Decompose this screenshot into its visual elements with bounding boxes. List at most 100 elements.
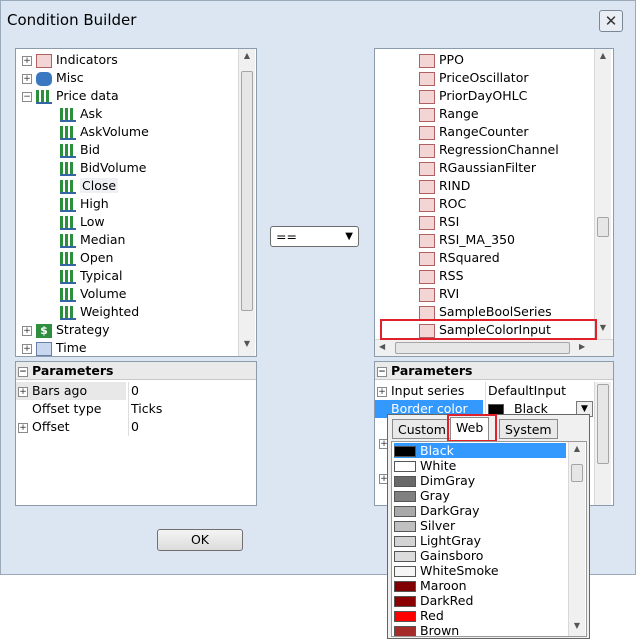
color-option[interactable]: DarkGray: [394, 503, 566, 518]
scroll-down-arrow-icon[interactable]: ▼: [239, 339, 255, 353]
tree-item[interactable]: Volume: [60, 285, 127, 303]
tab-custom[interactable]: Custom: [392, 419, 452, 439]
tree-item[interactable]: + Time: [22, 339, 87, 357]
color-name: LightGray: [420, 533, 482, 548]
indicator-list-item[interactable]: Range: [419, 105, 479, 123]
bar-chart-icon: [36, 89, 52, 104]
param-value[interactable]: DefaultInput: [485, 382, 595, 400]
clock-icon: [36, 341, 52, 356]
indicator-list-item[interactable]: RegressionChannel: [419, 141, 559, 159]
collapse-icon[interactable]: −: [18, 366, 28, 377]
right-list-scrollbar[interactable]: ▲ ▼: [594, 49, 611, 339]
indicator-list-item[interactable]: RSI: [419, 213, 459, 231]
hscroll-thumb[interactable]: [395, 342, 570, 354]
indicator-list-item[interactable]: RangeCounter: [419, 123, 529, 141]
indicator-list-item[interactable]: RVI: [419, 285, 459, 303]
indicator-list-item[interactable]: RSS: [419, 267, 464, 285]
param-name-row[interactable]: Offset type: [16, 400, 126, 418]
tree-item[interactable]: Close: [60, 177, 119, 195]
tree-item-label: Bid: [80, 142, 100, 157]
indicator-chart-icon: [419, 125, 435, 140]
expand-icon[interactable]: +: [22, 55, 32, 66]
color-option[interactable]: Black: [394, 443, 566, 458]
tree-item[interactable]: Weighted: [60, 303, 139, 321]
tree-item[interactable]: AskVolume: [60, 123, 149, 141]
bar-chart-icon: [60, 161, 76, 176]
indicator-list-item[interactable]: RIND: [419, 177, 470, 195]
param-name-row[interactable]: + Input series: [375, 382, 483, 400]
tree-item[interactable]: + Misc: [22, 69, 84, 87]
expand-icon[interactable]: +: [18, 386, 28, 397]
collapse-icon[interactable]: −: [377, 366, 387, 377]
color-list-scrollbar[interactable]: ▲ ▼: [568, 442, 585, 636]
highlight-box: [447, 414, 497, 442]
scroll-up-arrow-icon[interactable]: ▲: [569, 444, 585, 458]
scroll-thumb[interactable]: [597, 384, 609, 464]
tree-item[interactable]: Bid: [60, 141, 100, 159]
indicator-label: RSS: [439, 268, 464, 283]
color-option[interactable]: DarkRed: [394, 593, 566, 608]
right-params-scrollbar[interactable]: [594, 382, 611, 505]
color-option[interactable]: Silver: [394, 518, 566, 533]
scroll-left-arrow-icon[interactable]: ◀: [379, 342, 385, 351]
color-option[interactable]: Brown: [394, 623, 566, 636]
indicator-chart-icon: [419, 143, 435, 158]
right-list-hscrollbar[interactable]: ◀ ▶: [375, 339, 613, 356]
ok-button[interactable]: OK: [157, 529, 243, 551]
param-value[interactable]: Ticks: [128, 400, 256, 418]
color-option[interactable]: Red: [394, 608, 566, 623]
color-option[interactable]: DimGray: [394, 473, 566, 488]
scroll-thumb[interactable]: [571, 464, 583, 482]
tree-item[interactable]: Low: [60, 213, 105, 231]
collapse-icon[interactable]: −: [22, 91, 32, 102]
tree-item[interactable]: BidVolume: [60, 159, 146, 177]
expand-icon[interactable]: +: [377, 386, 387, 397]
indicator-list-item[interactable]: RGaussianFilter: [419, 159, 536, 177]
scroll-down-arrow-icon[interactable]: ▼: [595, 323, 611, 337]
indicator-chart-icon: [419, 107, 435, 122]
indicator-list-item[interactable]: PPO: [419, 51, 464, 69]
operator-select[interactable]: == ▼: [270, 226, 359, 247]
scroll-up-arrow-icon[interactable]: ▲: [239, 51, 255, 65]
expand-icon[interactable]: +: [22, 343, 32, 354]
color-option[interactable]: Maroon: [394, 578, 566, 593]
tree-item[interactable]: Open: [60, 249, 113, 267]
scroll-thumb[interactable]: [597, 217, 609, 237]
tab-system[interactable]: System: [499, 419, 558, 439]
tree-item[interactable]: Typical: [60, 267, 123, 285]
color-name: DimGray: [420, 473, 476, 488]
color-swatch: [394, 551, 416, 562]
scroll-down-arrow-icon[interactable]: ▼: [569, 621, 585, 635]
scroll-thumb[interactable]: [241, 71, 253, 311]
indicator-list-item[interactable]: RSI_MA_350: [419, 231, 515, 249]
tree-item[interactable]: High: [60, 195, 109, 213]
color-swatch: [394, 461, 416, 472]
expand-icon[interactable]: +: [22, 325, 32, 336]
param-name-row[interactable]: + Bars ago: [16, 382, 126, 400]
color-option[interactable]: Gray: [394, 488, 566, 503]
tree-item[interactable]: Ask: [60, 105, 102, 123]
indicator-list-item[interactable]: ROC: [419, 195, 466, 213]
param-value[interactable]: 0: [128, 382, 256, 400]
tree-item[interactable]: − Price data: [22, 87, 119, 105]
param-value[interactable]: 0: [128, 418, 256, 436]
color-option[interactable]: White: [394, 458, 566, 473]
tree-item[interactable]: Median: [60, 231, 125, 249]
color-name: Black: [420, 443, 454, 458]
scroll-up-arrow-icon[interactable]: ▲: [595, 51, 611, 65]
color-option[interactable]: Gainsboro: [394, 548, 566, 563]
expand-icon[interactable]: +: [18, 422, 28, 433]
color-option[interactable]: LightGray: [394, 533, 566, 548]
color-option[interactable]: WhiteSmoke: [394, 563, 566, 578]
expand-icon[interactable]: +: [22, 73, 32, 84]
scroll-right-arrow-icon[interactable]: ▶: [579, 342, 585, 351]
close-button[interactable]: ✕: [599, 10, 623, 32]
indicator-list-item[interactable]: RSquared: [419, 249, 500, 267]
indicator-list-item[interactable]: PriceOscillator: [419, 69, 528, 87]
left-tree-scrollbar[interactable]: ▲ ▼: [238, 49, 255, 356]
indicator-list-item[interactable]: PriorDayOHLC: [419, 87, 527, 105]
tree-item[interactable]: + $ Strategy: [22, 321, 110, 339]
param-name-row[interactable]: + Offset: [16, 418, 126, 436]
indicator-label: RSI: [439, 214, 460, 229]
tree-item[interactable]: + Indicators: [22, 51, 118, 69]
